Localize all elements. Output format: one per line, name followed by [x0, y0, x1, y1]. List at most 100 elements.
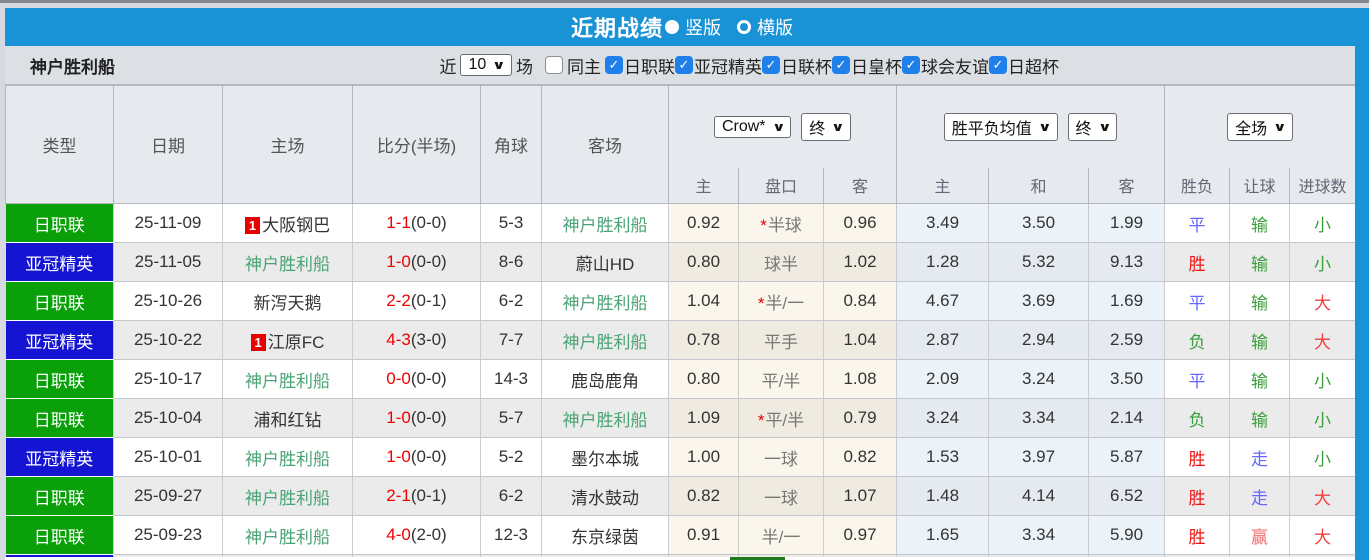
halftime-score: (0-0) — [410, 408, 447, 427]
odds-home-cell: 3.49 — [896, 203, 990, 243]
result-cell: 负 — [1164, 398, 1231, 438]
score-cell[interactable]: 4-0(2-0) — [352, 515, 481, 555]
scope-select[interactable]: 全场 ∨ — [1227, 112, 1293, 141]
handicap-home-odds-cell: 0.78 — [668, 320, 739, 360]
red-card-badge: 1 — [250, 333, 266, 351]
away-team-name[interactable]: 鹿岛鹿角 — [571, 372, 639, 391]
col-header-away: 客场 — [541, 85, 669, 204]
corners-cell: 6-2 — [480, 281, 542, 321]
competition-label[interactable]: 日联杯 — [781, 53, 832, 78]
away-team-name[interactable]: 东京绿茵 — [571, 528, 639, 547]
scope-header: 全场 ∨ — [1164, 85, 1357, 168]
same-home-checkbox[interactable] — [545, 56, 563, 74]
away-team-name[interactable]: 清水鼓动 — [571, 489, 639, 508]
vertical-layout-label[interactable]: 竖版 — [685, 14, 721, 40]
handicap-line-cell: 一球 — [738, 476, 824, 516]
league-badge: 日职联 — [5, 476, 114, 516]
league-badge: 日职联 — [5, 203, 114, 243]
score-cell[interactable]: 1-0(0-0) — [352, 398, 481, 438]
odds-home-cell: 2.87 — [896, 320, 990, 360]
bookmaker-period-select[interactable]: 终 ∨ — [801, 112, 852, 141]
competition-checkbox[interactable]: ✓ — [605, 56, 623, 74]
competition-label[interactable]: 亚冠精英 — [694, 53, 762, 78]
goals-cell: 大 — [1289, 515, 1357, 555]
goals-cell: 小 — [1289, 203, 1357, 243]
col-header-home: 主场 — [222, 85, 353, 204]
away-team-name[interactable]: 墨尔本城 — [571, 450, 639, 469]
competition-checkbox[interactable]: ✓ — [902, 56, 920, 74]
home-team-name[interactable]: 神户胜利船 — [245, 528, 330, 547]
score-cell[interactable]: 0-0(0-0) — [352, 359, 481, 399]
date-cell: 25-09-23 — [113, 515, 223, 555]
competition-label[interactable]: 日超杯 — [1008, 53, 1059, 78]
home-team-name[interactable]: 浦和红钻 — [254, 411, 322, 430]
fulltime-score: 1-0 — [386, 447, 411, 466]
odds-period-select[interactable]: 终 ∨ — [1067, 112, 1118, 141]
date-cell: 25-10-04 — [113, 398, 223, 438]
handicap-home-odds-cell: 0.80 — [668, 242, 739, 282]
match-row: 亚冠精英 25-11-05 神户胜利船 1-0(0-0) 8-6 蔚山HD 0.… — [5, 242, 1357, 282]
away-team-name[interactable]: 神户胜利船 — [563, 333, 648, 352]
away-team-cell: 神户胜利船 — [541, 203, 669, 243]
home-team-name[interactable]: 神户胜利船 — [245, 489, 330, 508]
chevron-down-icon: ∨ — [1037, 119, 1052, 134]
goals-cell: 小 — [1289, 242, 1357, 282]
away-team-name[interactable]: 蔚山HD — [576, 255, 635, 274]
bookmaker-select[interactable]: Crow* ∨ — [713, 115, 792, 138]
home-team-name[interactable]: 神户胜利船 — [245, 255, 330, 274]
horizontal-layout-radio[interactable] — [737, 20, 751, 34]
title-bar: 近期战绩 竖版 横版 — [5, 8, 1369, 46]
result-cell: 胜 — [1164, 437, 1231, 477]
chevron-down-icon: ∨ — [1273, 119, 1287, 134]
odds-home-cell: 4.67 — [896, 281, 990, 321]
col-header-type: 类型 — [5, 85, 114, 204]
score-cell[interactable]: 1-1(0-0) — [352, 203, 481, 243]
subheader-odds-home: 主 — [896, 167, 990, 204]
competition-label[interactable]: 球会友谊 — [921, 53, 989, 78]
home-team-cell: 新泻天鹅 — [222, 281, 353, 321]
away-team-name[interactable]: 神户胜利船 — [563, 294, 648, 313]
score-cell[interactable]: 2-1(0-1) — [352, 476, 481, 516]
goals-cell: 大 — [1289, 281, 1357, 321]
score-cell[interactable]: 1-0(0-0) — [352, 437, 481, 477]
vertical-layout-radio[interactable] — [665, 20, 679, 34]
team-name: 神户胜利船 — [30, 57, 115, 77]
halftime-score: (3-0) — [410, 330, 447, 349]
handicap-away-odds-cell: 1.04 — [823, 320, 898, 360]
match-row: 日职联 25-10-26 新泻天鹅 2-2(0-1) 6-2 神户胜利船 1.0… — [5, 281, 1357, 321]
handicap-result-cell: 输 — [1229, 398, 1291, 438]
recent-count-value: 10 — [468, 56, 487, 73]
home-team-name[interactable]: 大阪钢巴 — [262, 216, 330, 235]
home-team-name[interactable]: 江原FC — [268, 333, 325, 352]
handicap-away-odds-cell: 0.97 — [823, 515, 898, 555]
odds-draw-cell: 5.32 — [988, 242, 1090, 282]
competition-checkbox[interactable]: ✓ — [989, 56, 1007, 74]
away-team-name[interactable]: 神户胜利船 — [563, 216, 648, 235]
recent-count-select[interactable]: 10 ∨ — [460, 54, 512, 76]
same-home-label[interactable]: 同主 — [567, 53, 601, 78]
competition-checkbox[interactable]: ✓ — [832, 56, 850, 74]
handicap-away-odds-cell: 1.08 — [823, 359, 898, 399]
home-team-name[interactable]: 神户胜利船 — [245, 372, 330, 391]
competition-checkbox[interactable]: ✓ — [675, 56, 693, 74]
home-team-name[interactable]: 新泻天鹅 — [254, 294, 322, 313]
subheader-odds-away: 客 — [1088, 167, 1166, 204]
home-team-name[interactable]: 神户胜利船 — [245, 450, 330, 469]
subheader-handicap: 盘口 — [738, 167, 824, 204]
score-cell[interactable]: 1-0(0-0) — [352, 242, 481, 282]
competition-label[interactable]: 日职联 — [624, 53, 675, 78]
competition-label[interactable]: 日皇杯 — [851, 53, 902, 78]
score-cell[interactable]: 4-3(3-0) — [352, 320, 481, 360]
score-cell[interactable]: 2-2(0-1) — [352, 281, 481, 321]
result-cell: 平 — [1164, 281, 1231, 321]
competition-checkbox[interactable]: ✓ — [762, 56, 780, 74]
fulltime-score: 1-1 — [386, 213, 411, 232]
away-team-name[interactable]: 神户胜利船 — [563, 411, 648, 430]
odds-draw-cell: 3.34 — [988, 398, 1090, 438]
subheader-result: 胜负 — [1164, 167, 1231, 204]
corners-cell: 5-7 — [480, 398, 542, 438]
handicap-away-odds-cell: 1.07 — [823, 476, 898, 516]
odds-avg-select[interactable]: 胜平负均值 ∨ — [943, 112, 1058, 141]
chevron-down-icon: ∨ — [771, 119, 786, 134]
horizontal-layout-label[interactable]: 横版 — [757, 14, 793, 40]
